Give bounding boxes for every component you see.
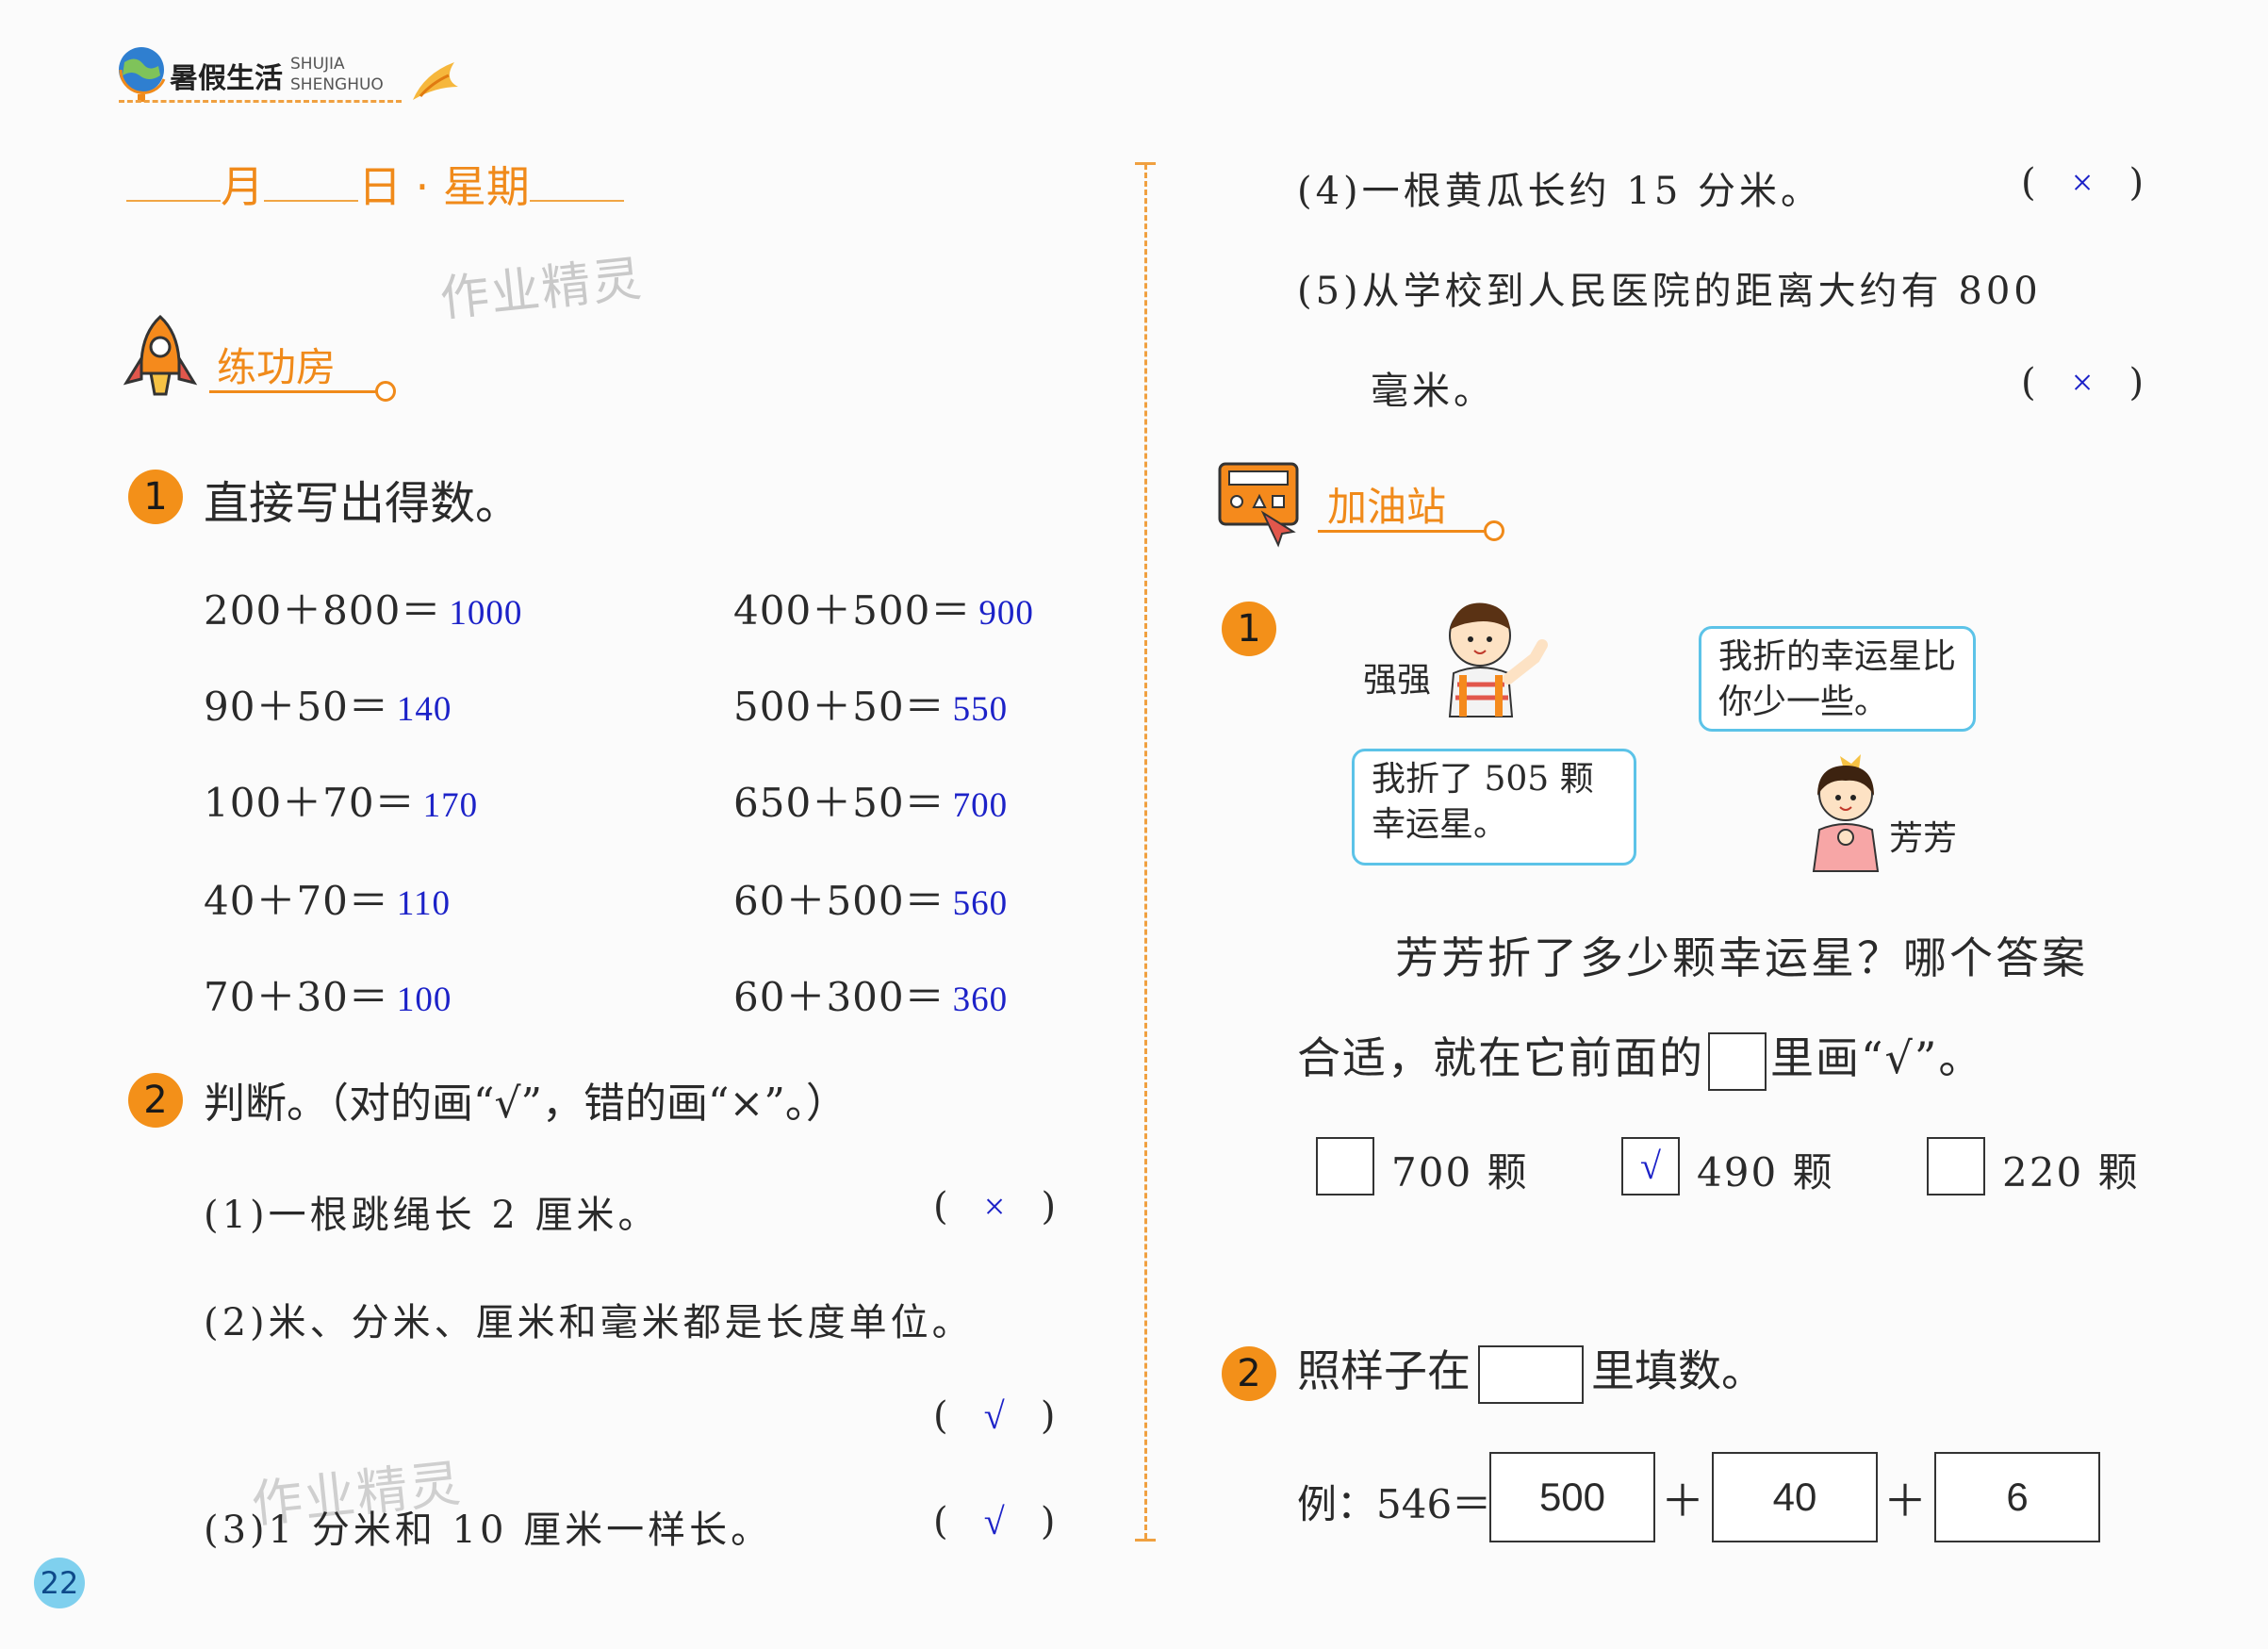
answer-mark: √ [983,1394,1005,1437]
header-title: 暑假生活 [170,62,283,95]
example-box: 500 [1489,1452,1655,1542]
question-number: 2 [128,1073,183,1128]
answer-paren: ( √ ) [933,1394,1056,1438]
question-prompt: 照样子在 里填数。 [1297,1337,1765,1404]
equation: 60＋500＝ 560 [733,878,1009,924]
equation: 70＋30＝ 100 [204,974,452,1020]
answer-mark: × [2071,361,2094,404]
statement-5-cont: 毫米。 [1371,370,1495,413]
statement-4: (4)一根黄瓜长约 15 分米。 [1297,170,1822,213]
question-number: 1 [128,470,183,524]
equation: 400＋500＝ 900 [733,587,1034,634]
boy-speech-text: 我折了 505 颗幸运星。 [1372,760,1594,844]
date-day: 日 · 星期 [358,161,530,212]
question-number: 2 [1222,1346,1276,1401]
question-prompt-line-1: 芳芳折了多少颗幸运星？哪个答案 [1395,932,2088,983]
answer: 170 [422,786,479,825]
girl-illustration [1812,754,1880,872]
section-title-jiayouzhan: 加油站 [1327,484,1447,530]
answer: 550 [952,690,1009,729]
answer-mark: × [2071,161,2094,204]
section-underline [209,390,379,393]
girl-name: 芳芳 [1889,819,1958,858]
question-prompt-line-2: 合适，就在它前面的 里画“√”。 [1297,1024,1983,1091]
date-line: 月 日 · 星期 [126,153,624,215]
girl-speech-text: 我折的幸运星比你少一些。 [1718,637,1957,721]
section-underline [1318,530,1487,533]
answer-paren: ( × ) [2021,161,2145,205]
rocket-icon [123,314,198,396]
answer: 110 [396,884,452,923]
answer-paren: ( × ) [933,1185,1057,1229]
example-label: 例：546＝ [1297,1481,1492,1527]
equation: 650＋50＝ 700 [733,780,1009,826]
option-checkbox[interactable]: √ [1621,1137,1680,1196]
option-checkbox[interactable] [1316,1137,1374,1196]
answer: 560 [952,884,1009,923]
example-box: 40 [1712,1452,1878,1542]
statement-5: (5)从学校到人民医院的距离大约有 800 [1297,270,2042,313]
divider-cap-bottom [1135,1539,1156,1542]
option-label: 490 颗 [1697,1149,1834,1196]
answer-mark: √ [983,1500,1005,1542]
answer: 900 [978,594,1034,633]
answer: 360 [952,981,1009,1019]
header-logo: 暑假生活 SHUJIA SHENGHUO [115,41,473,109]
divider-cap-top [1135,162,1156,165]
section-underline-dot [1484,520,1504,541]
equation: 100＋70＝ 170 [204,780,479,826]
speech-bubble-boy: 我折了 505 颗幸运星。 [1352,749,1636,866]
equation: 90＋50＝ 140 [204,684,452,730]
header-dashed-line [119,100,402,103]
statement-2: (2)米、分米、厘米和毫米都是长度单位。 [204,1301,974,1344]
plus-sign: ＋ [1661,1476,1704,1526]
inline-answer-box [1478,1345,1584,1404]
option-label: 220 颗 [2002,1149,2140,1196]
equation: 40＋70＝ 110 [204,878,452,924]
equation: 60＋300＝ 360 [733,974,1009,1020]
equation: 500＋50＝ 550 [733,684,1009,730]
date-month: 月 [221,161,264,212]
equation: 200＋800＝ 1000 [204,587,523,634]
globe-icon [119,47,166,102]
answer-paren: ( × ) [2021,361,2145,404]
boy-name: 强强 [1363,661,1432,700]
option-label: 700 颗 [1391,1149,1529,1196]
calculator-icon [1218,462,1299,548]
question-prompt: 判断。（对的画“√”，错的画“×”。） [204,1080,847,1128]
boy-illustration [1448,602,1548,717]
answer-paren: ( √ ) [933,1500,1056,1543]
option-checkbox[interactable] [1927,1137,1985,1196]
page-number: 22 [34,1558,85,1608]
answer-mark: × [983,1185,1006,1228]
plus-sign: ＋ [1883,1476,1927,1526]
header-en-1: SHUJIA [290,55,345,74]
statement-1: (1)一根跳绳长 2 厘米。 [204,1194,660,1237]
watermark: 作业精灵 [437,250,647,329]
question-prompt: 直接写出得数。 [204,477,521,530]
header-en-2: SHENGHUO [290,75,384,94]
speech-bubble-girl: 我折的幸运星比你少一些。 [1699,626,1976,732]
answer: 140 [396,690,452,729]
ribbon-icon [413,62,458,100]
example-box: 6 [1934,1452,2100,1542]
question-number: 1 [1222,602,1276,656]
page-divider [1144,164,1147,1539]
inline-answer-box [1708,1032,1767,1091]
answer: 100 [396,981,452,1019]
section-underline-dot [375,381,396,402]
answer: 1000 [449,594,523,633]
section-title-liangongfang: 练功房 [217,344,337,390]
answer: 700 [952,786,1009,825]
statement-3: (3)1 分米和 10 厘米一样长。 [204,1509,773,1552]
